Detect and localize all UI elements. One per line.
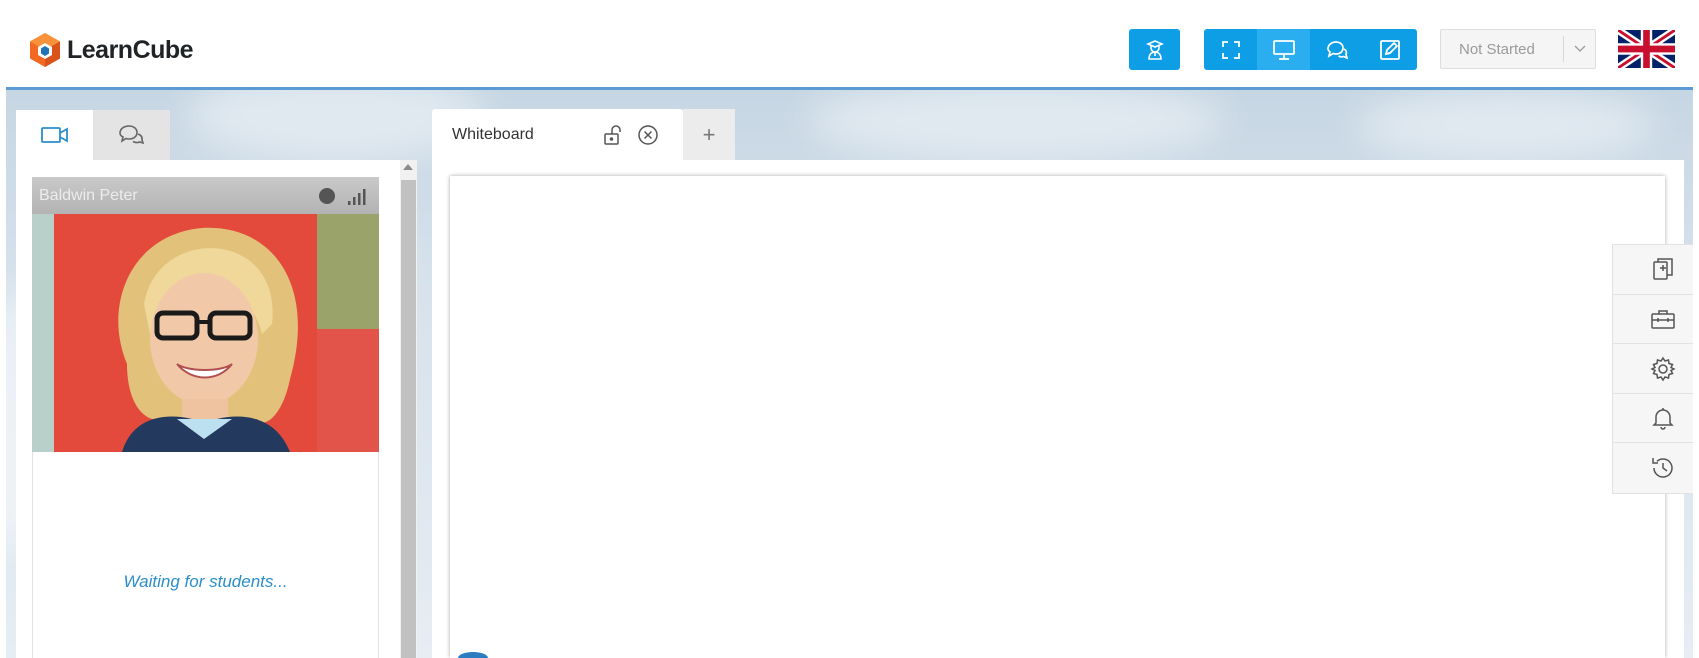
screen-share-icon <box>1272 39 1295 60</box>
chevron-down-icon <box>1564 45 1595 53</box>
tab-whiteboard[interactable]: Whiteboard <box>432 109 683 160</box>
class-status-value: Not Started <box>1459 40 1535 58</box>
participant-video-feed <box>32 214 379 452</box>
brand-logo[interactable]: LearnCube <box>28 32 194 68</box>
whiteboard-side-toolbar <box>1612 244 1693 494</box>
unlock-icon[interactable] <box>602 123 626 147</box>
add-page-icon <box>1653 258 1673 281</box>
close-tab-icon[interactable] <box>636 123 660 147</box>
video-camera-icon <box>40 127 68 143</box>
toolbox-icon <box>1651 310 1675 329</box>
edit-button[interactable] <box>1363 29 1416 70</box>
history-icon <box>1652 458 1673 478</box>
edit-icon <box>1379 39 1400 60</box>
history-button[interactable] <box>1613 443 1693 493</box>
left-panel-tabs <box>16 110 170 160</box>
teacher-button[interactable] <box>1129 29 1180 70</box>
participant-header: Baldwin Peter <box>32 177 379 214</box>
view-mode-toolbar <box>1204 29 1417 70</box>
notifications-button[interactable] <box>1613 394 1693 444</box>
scroll-up-arrow-icon[interactable] <box>403 164 413 170</box>
tab-video[interactable] <box>16 110 93 160</box>
notifications-icon <box>1652 408 1674 430</box>
whiteboard-tab-label: Whiteboard <box>452 125 534 143</box>
app-header: LearnCube Not Started <box>0 0 1699 88</box>
toolbox-button[interactable] <box>1613 295 1693 345</box>
chat-button[interactable] <box>1310 29 1363 70</box>
scrollbar-thumb[interactable] <box>401 180 416 658</box>
participant-name: Baldwin Peter <box>39 186 138 204</box>
brand-name: LearnCube <box>67 35 194 64</box>
settings-icon <box>1650 356 1676 381</box>
learncube-logo-icon <box>30 33 60 67</box>
chat-bubbles-icon <box>118 125 144 145</box>
signal-strength-icon <box>348 188 366 205</box>
add-page-button[interactable] <box>1613 245 1693 295</box>
class-status-select[interactable]: Not Started <box>1440 29 1596 69</box>
add-tab-button[interactable]: + <box>683 109 735 160</box>
uk-flag-icon[interactable] <box>1618 30 1675 68</box>
screen-share-button[interactable] <box>1257 29 1310 70</box>
record-indicator-icon <box>319 187 335 204</box>
fullscreen-icon <box>1221 40 1240 59</box>
fullscreen-button[interactable] <box>1204 29 1257 70</box>
whiteboard-canvas[interactable] <box>450 176 1665 658</box>
teacher-icon <box>1145 39 1164 60</box>
whiteboard-tool-indicator[interactable] <box>458 652 488 658</box>
tab-chat[interactable] <box>93 110 170 160</box>
settings-button[interactable] <box>1613 344 1693 394</box>
waiting-message: Waiting for students... <box>123 572 288 591</box>
chat-icon <box>1326 40 1348 59</box>
